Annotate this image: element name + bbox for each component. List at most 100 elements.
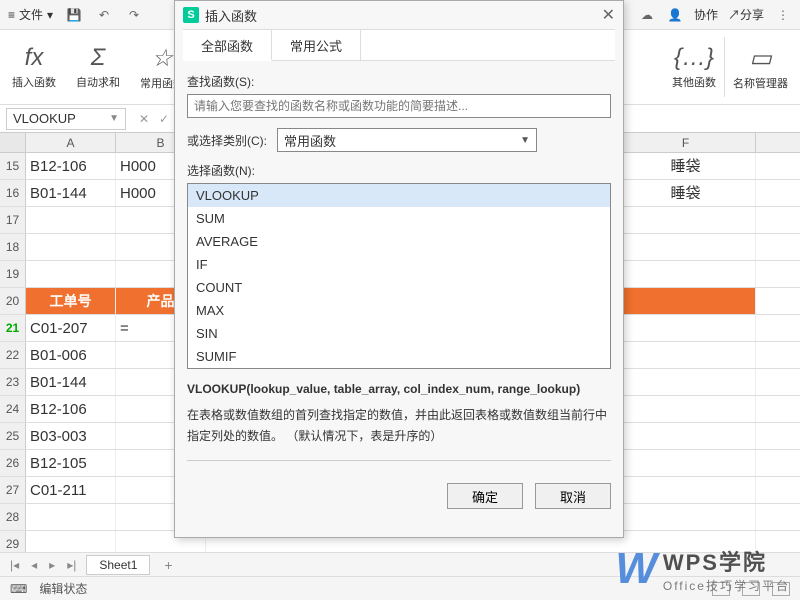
cell[interactable] — [616, 477, 756, 503]
cell[interactable] — [616, 450, 756, 476]
accept-formula-icon[interactable]: ✓ — [156, 112, 172, 126]
close-icon[interactable]: ✕ — [602, 5, 615, 25]
save-icon[interactable]: 💾 — [65, 6, 83, 24]
row-header[interactable]: 21 — [0, 315, 26, 341]
row-header[interactable]: 25 — [0, 423, 26, 449]
cell[interactable] — [616, 342, 756, 368]
ok-button[interactable]: 确定 — [447, 483, 523, 509]
add-sheet-button[interactable]: + — [158, 557, 178, 573]
function-list[interactable]: VLOOKUPSUMAVERAGEIFCOUNTMAXSINSUMIF — [187, 183, 611, 369]
redo-icon[interactable]: ↷ — [125, 6, 143, 24]
wps-logo-icon: W — [615, 544, 657, 594]
share-btn[interactable]: ↗分享 — [728, 6, 764, 23]
row-header[interactable]: 20 — [0, 288, 26, 314]
function-item[interactable]: SUMIF — [188, 345, 610, 368]
cell[interactable] — [26, 504, 116, 530]
function-item[interactable]: IF — [188, 253, 610, 276]
other-func-button[interactable]: {…} 其他函数 — [666, 34, 722, 100]
row-header[interactable]: 15 — [0, 153, 26, 179]
tab-common-formulas[interactable]: 常用公式 — [272, 30, 361, 60]
chevron-down-icon[interactable]: ▼ — [109, 113, 119, 124]
dialog-titlebar: S 插入函数 ✕ — [175, 1, 623, 29]
cell[interactable] — [26, 234, 116, 260]
function-description: VLOOKUP(lookup_value, table_array, col_i… — [187, 379, 611, 461]
function-item[interactable]: SIN — [188, 322, 610, 345]
select-all-corner[interactable] — [0, 133, 26, 152]
row-header[interactable]: 24 — [0, 396, 26, 422]
col-header-f[interactable]: F — [616, 133, 756, 152]
next-sheet-icon[interactable]: ▸ — [47, 558, 57, 572]
cell[interactable] — [616, 369, 756, 395]
col-header-a[interactable]: A — [26, 133, 116, 152]
row-header[interactable]: 19 — [0, 261, 26, 287]
cell[interactable] — [26, 261, 116, 287]
cell[interactable]: 工单号 — [26, 288, 116, 314]
first-sheet-icon[interactable]: |◂ — [8, 558, 21, 572]
function-description-text: 在表格或数值数组的首列查找指定的数值，并由此返回表格或数值数组当前行中指定列处的… — [187, 405, 611, 446]
row-header[interactable]: 18 — [0, 234, 26, 260]
cell[interactable]: B01-144 — [26, 180, 116, 206]
last-sheet-icon[interactable]: ▸| — [65, 558, 78, 572]
input-mode-icon[interactable]: ⌨ — [10, 582, 27, 596]
prev-sheet-icon[interactable]: ◂ — [29, 558, 39, 572]
undo-icon[interactable]: ↶ — [95, 6, 113, 24]
sigma-icon: Σ — [91, 44, 105, 72]
cell[interactable]: 睡袋 — [616, 180, 756, 206]
file-menu[interactable]: ≡ 文件 ▾ — [8, 6, 53, 23]
cell[interactable]: B01-144 — [26, 369, 116, 395]
autosum-label: 自动求和 — [76, 74, 120, 90]
user-icon[interactable]: 👤 — [666, 6, 684, 24]
cell[interactable] — [616, 261, 756, 287]
search-function-input[interactable] — [187, 94, 611, 118]
tab-all-functions[interactable]: 全部函数 — [183, 30, 272, 61]
star-icon: ☆ — [151, 44, 173, 73]
row-header[interactable]: 26 — [0, 450, 26, 476]
top-right-group: ☁ 👤 协作 ↗分享 ⋮ — [638, 6, 792, 24]
row-header[interactable]: 16 — [0, 180, 26, 206]
cell[interactable]: B03-003 — [26, 423, 116, 449]
function-item[interactable]: COUNT — [188, 276, 610, 299]
cell[interactable]: B12-106 — [26, 396, 116, 422]
cell[interactable] — [616, 396, 756, 422]
cell[interactable]: B01-006 — [26, 342, 116, 368]
autosum-button[interactable]: Σ 自动求和 — [70, 34, 126, 100]
watermark: W WPS学院 Office技巧学习平台 — [615, 544, 790, 594]
cell[interactable]: B12-105 — [26, 450, 116, 476]
other-func-label: 其他函数 — [672, 74, 716, 90]
sheet-tab-sheet1[interactable]: Sheet1 — [86, 555, 150, 575]
name-manager-label: 名称管理器 — [733, 75, 788, 91]
cell[interactable]: 睡袋 — [616, 153, 756, 179]
cell[interactable]: C01-207 — [26, 315, 116, 341]
dialog-title: 插入函数 — [205, 6, 257, 25]
cell[interactable] — [26, 207, 116, 233]
cell[interactable]: C01-211 — [26, 477, 116, 503]
cancel-button[interactable]: 取消 — [535, 483, 611, 509]
function-item[interactable]: SUM — [188, 207, 610, 230]
cloud-icon[interactable]: ☁ — [638, 6, 656, 24]
insert-function-button[interactable]: fx 插入函数 — [6, 34, 62, 100]
cell[interactable] — [616, 504, 756, 530]
category-select[interactable]: 常用函数 ▼ — [277, 128, 537, 152]
cancel-formula-icon[interactable]: ✕ — [136, 112, 152, 126]
cell[interactable] — [616, 288, 756, 314]
name-manager-button[interactable]: ▭ 名称管理器 — [727, 34, 794, 100]
function-item[interactable]: VLOOKUP — [188, 184, 610, 207]
more-icon[interactable]: ⋮ — [774, 6, 792, 24]
cell[interactable] — [616, 423, 756, 449]
name-box[interactable]: VLOOKUP ▼ — [6, 108, 126, 130]
collab-btn[interactable]: 协作 — [694, 6, 718, 23]
function-item[interactable]: MAX — [188, 299, 610, 322]
row-header[interactable]: 22 — [0, 342, 26, 368]
row-header[interactable]: 17 — [0, 207, 26, 233]
row-header[interactable]: 28 — [0, 504, 26, 530]
row-header[interactable]: 27 — [0, 477, 26, 503]
cell[interactable]: B12-106 — [26, 153, 116, 179]
file-menu-label: 文件 — [19, 6, 43, 23]
row-header[interactable]: 23 — [0, 369, 26, 395]
cell[interactable] — [616, 207, 756, 233]
insert-function-dialog: S 插入函数 ✕ 全部函数 常用公式 查找函数(S): 或选择类别(C): 常用… — [174, 0, 624, 538]
name-mgr-icon: ▭ — [749, 44, 772, 73]
cell[interactable] — [616, 315, 756, 341]
cell[interactable] — [616, 234, 756, 260]
function-item[interactable]: AVERAGE — [188, 230, 610, 253]
